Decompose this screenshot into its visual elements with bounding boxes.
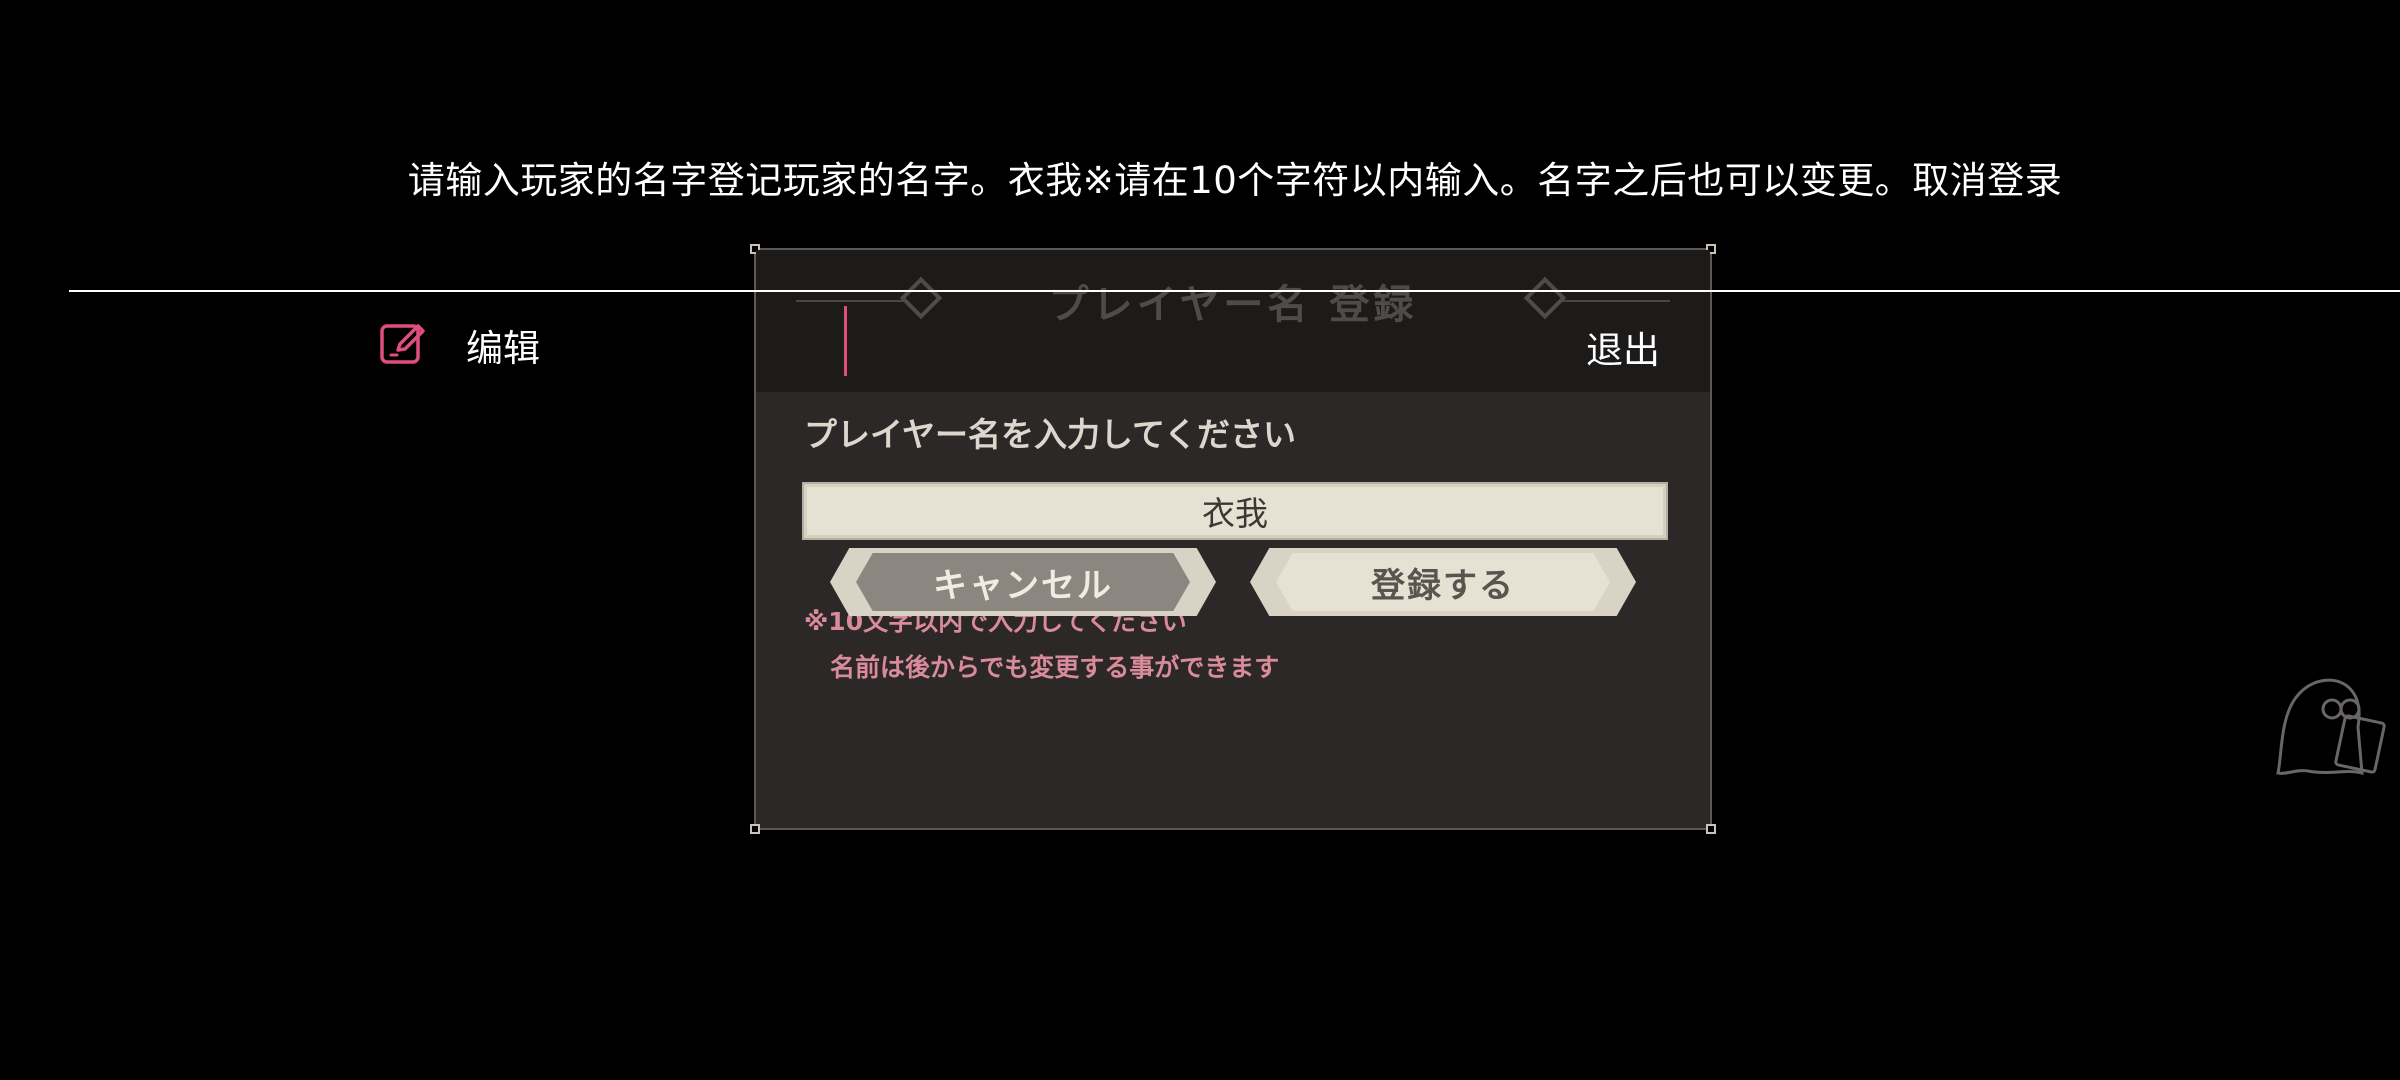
name-change-note: 名前は後からでも変更する事ができます [830,653,1280,682]
name-prompt-label: プレイヤー名を入力してください [804,415,1297,454]
ghost-mascot-icon [2276,678,2386,776]
player-name-dialog: プレイヤー名 登録 プレイヤー名を入力してください ※10文字以内で入力してくだ… [750,244,1716,834]
cancel-button[interactable]: キャンセル [830,548,1216,616]
register-button-label: 登録する [1371,565,1515,606]
cancel-button-label: キャンセル [933,565,1113,606]
dialog-corner-ornament [750,824,760,834]
accessibility-caption: 请输入玩家的名字登记玩家的名字。衣我※请在10个字符以内输入。名字之后也可以变更… [407,159,2063,202]
game-screen: 请输入玩家的名字登记玩家的名字。衣我※请在10个字符以内输入。名字之后也可以变更… [0,0,2400,1080]
edit-button[interactable]: 编辑 [466,318,540,372]
text-caret [844,306,847,376]
dialog-header: プレイヤー名 登録 [756,250,1710,392]
dialog-corner-ornament [1706,824,1716,834]
exit-button[interactable]: 退出 [1586,320,1660,374]
overlay-divider [69,290,2400,292]
player-name-input[interactable] [802,482,1668,540]
dialog-title: プレイヤー名 登録 [1048,282,1418,328]
edit-icon[interactable] [378,318,428,368]
register-button[interactable]: 登録する [1250,548,1636,616]
